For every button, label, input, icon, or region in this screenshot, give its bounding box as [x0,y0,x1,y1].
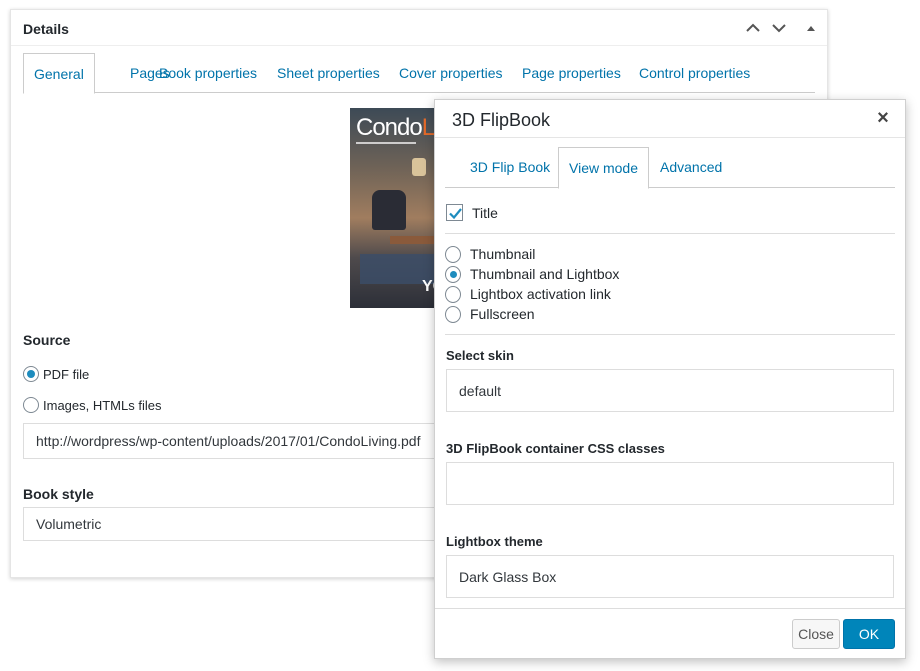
radio-lightbox-link[interactable] [445,285,461,303]
lightbox-theme-select[interactable]: Dark Glass Box [446,555,894,598]
source-option-images[interactable]: Images, HTMLs files [23,395,161,415]
dialog-header-divider [435,137,905,138]
cover-lamp [412,158,426,176]
radio-images[interactable] [23,397,39,413]
radio-thumbnail-lightbox[interactable] [445,265,461,283]
radio-images-label: Images, HTMLs files [43,397,162,413]
radio-fullscreen[interactable] [445,305,461,323]
tab-advanced[interactable]: Advanced [660,147,722,188]
source-label: Source [23,332,71,348]
radio-thumbnail-lightbox-label: Thumbnail and Lightbox [470,266,620,282]
skin-select[interactable]: default [446,369,894,412]
tab-general[interactable]: General [23,53,95,94]
select-skin-label: Select skin [446,348,514,363]
checkmark-icon [449,208,462,220]
view-mode-lightbox-link[interactable]: Lightbox activation link [445,284,611,304]
close-button[interactable]: Close [792,619,840,649]
tab-control-properties[interactable]: Control properties [639,53,750,93]
view-mode-fullscreen[interactable]: Fullscreen [445,304,535,324]
cover-chair [372,190,406,230]
tab-view-mode[interactable]: View mode [558,147,650,189]
radio-lightbox-link-label: Lightbox activation link [470,286,611,302]
divider [445,233,895,234]
tab-sheet-properties[interactable]: Sheet properties [277,53,380,93]
collapse-triangle-icon [807,26,815,31]
radio-pdf[interactable] [23,366,39,382]
move-down-button[interactable] [770,19,788,37]
toggle-panel-button[interactable] [802,19,820,37]
radio-pdf-label: PDF file [43,366,90,382]
css-classes-label: 3D FlipBook container CSS classes [446,441,665,456]
radio-thumbnail[interactable] [445,245,461,263]
pdf-url-input[interactable]: http://wordpress/wp-content/uploads/2017… [23,423,463,459]
tab-cover-properties[interactable]: Cover properties [399,53,503,93]
flipbook-dialog: 3D FlipBook × 3D Flip Book View mode Adv… [434,99,906,659]
view-mode-thumbnail-lightbox[interactable]: Thumbnail and Lightbox [445,264,619,284]
dialog-title: 3D FlipBook [452,110,551,130]
dialog-tabs: 3D Flip Book View mode Advanced [445,147,895,189]
tab-book-properties[interactable]: Book properties [159,53,257,93]
chevron-down-icon [772,24,786,33]
title-checkbox-label: Title [472,204,498,221]
details-tabs: General Pages Book properties Sheet prop… [23,53,815,94]
view-mode-thumbnail[interactable]: Thumbnail [445,244,535,264]
panel-header: Details [11,10,827,46]
title-checkbox[interactable] [446,204,463,221]
cover-table [390,236,434,244]
book-style-label: Book style [23,486,94,502]
css-classes-input[interactable] [446,462,894,505]
source-option-pdf[interactable]: PDF file [23,364,89,384]
title-checkbox-row[interactable]: Title [446,204,498,221]
book-cover-thumbnail: CondoL YC [350,108,442,308]
cover-magazine-title: CondoL [356,114,435,141]
tab-page-properties[interactable]: Page properties [522,53,621,93]
book-style-select[interactable]: Volumetric [23,507,463,541]
ok-button[interactable]: OK [843,619,895,649]
close-icon[interactable]: × [873,108,893,128]
radio-fullscreen-label: Fullscreen [470,306,535,322]
move-up-button[interactable] [744,19,762,37]
divider [445,334,895,335]
lightbox-theme-label: Lightbox theme [446,534,543,549]
dialog-footer [435,608,905,609]
radio-thumbnail-label: Thumbnail [470,246,536,262]
cover-subtitle-line [356,142,416,144]
chevron-up-icon [746,23,760,32]
tab-3d-flip-book[interactable]: 3D Flip Book [470,147,550,188]
panel-title: Details [23,21,69,37]
